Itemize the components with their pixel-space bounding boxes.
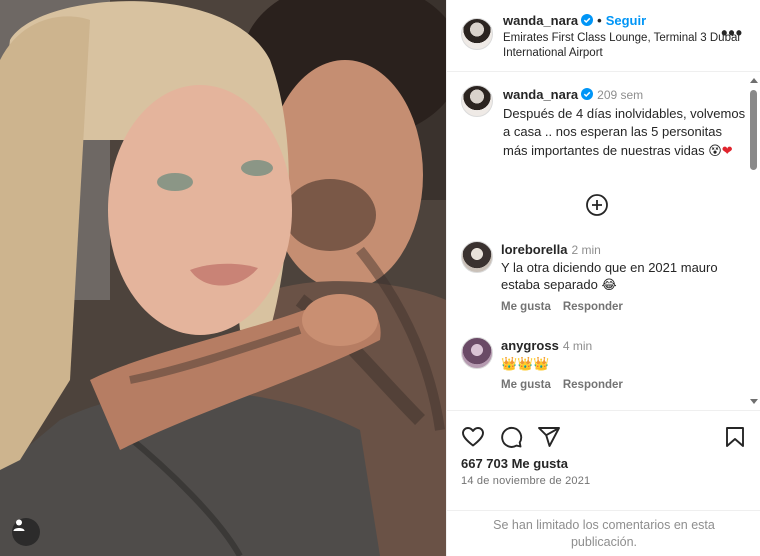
post-details-panel: wanda_nara • Seguir Emirates First Class L… [446, 0, 760, 556]
author-line: wanda_nara • Seguir [503, 13, 646, 28]
scroll-up-arrow-icon[interactable] [750, 78, 758, 83]
comment-reply-button[interactable]: Responder [563, 379, 623, 391]
user-icon [13, 519, 25, 531]
comment-reply-button[interactable]: Responder [563, 301, 623, 313]
post-actions: 667 703 Me gusta 14 de noviembre de 2021 [447, 410, 760, 510]
comment-body: loreborella 2 min Y la otra diciendo que … [501, 241, 741, 293]
caption-heart-emoji: ❤ [721, 142, 733, 158]
bookmark-icon[interactable] [723, 425, 747, 449]
plus-circle-icon[interactable] [585, 193, 609, 217]
verified-badge-icon [581, 88, 594, 100]
comment-time[interactable]: 2 min [571, 243, 600, 257]
like-count[interactable]: 667 703 Me gusta [461, 456, 568, 471]
speech-bubble-icon[interactable] [499, 425, 523, 449]
post-location[interactable]: Emirates First Class Lounge, Terminal 3 … [503, 31, 743, 61]
separator-dot: • [597, 13, 602, 28]
commenter-avatar[interactable] [461, 241, 493, 273]
heart-outline-icon[interactable] [461, 425, 485, 449]
commenter-avatar[interactable] [461, 337, 493, 369]
comment-actions: Me gusta Responder [501, 379, 635, 391]
comments-section[interactable]: wanda_nara 209 sem Después de 4 días inol… [447, 73, 760, 409]
scroll-thumb[interactable] [750, 90, 757, 170]
comments-limited-notice: Se han limitado los comentarios en esta … [447, 510, 760, 556]
caption-text: Después de 4 días inolvidables, volvemos… [503, 105, 746, 158]
comment-text: 👑👑👑 [501, 356, 550, 371]
comment-like-button[interactable]: Me gusta [501, 301, 551, 313]
caption-username[interactable]: wanda_nara [503, 87, 578, 102]
post-date[interactable]: 14 de noviembre de 2021 [461, 475, 590, 487]
comment-actions: Me gusta Responder [501, 301, 635, 313]
more-options-button[interactable]: ••• [721, 24, 743, 42]
comment-body: anygross 4 min 👑👑👑 [501, 337, 741, 372]
caption-avatar[interactable] [461, 85, 493, 117]
tagged-users-button[interactable] [12, 518, 40, 546]
comment-username[interactable]: anygross [501, 338, 559, 353]
verified-badge-icon [581, 14, 594, 26]
comment-time[interactable]: 4 min [563, 339, 592, 353]
post-photo-art [0, 0, 446, 556]
post-header: wanda_nara • Seguir Emirates First Class L… [447, 0, 760, 72]
comment-like-button[interactable]: Me gusta [501, 379, 551, 391]
caption-time[interactable]: 209 sem [597, 88, 643, 102]
author-avatar[interactable] [461, 18, 493, 50]
comment-username[interactable]: loreborella [501, 242, 567, 257]
caption-body: wanda_nara 209 sem Después de 4 días inol… [503, 86, 749, 160]
paper-plane-icon[interactable] [537, 425, 561, 449]
follow-button[interactable]: Seguir [606, 13, 646, 28]
post-photo[interactable] [0, 0, 446, 556]
comments-scrollbar[interactable] [748, 76, 758, 406]
author-username[interactable]: wanda_nara [503, 13, 578, 28]
comment-text: Y la otra diciendo que en 2021 mauro est… [501, 260, 718, 292]
scroll-down-arrow-icon[interactable] [750, 399, 758, 404]
